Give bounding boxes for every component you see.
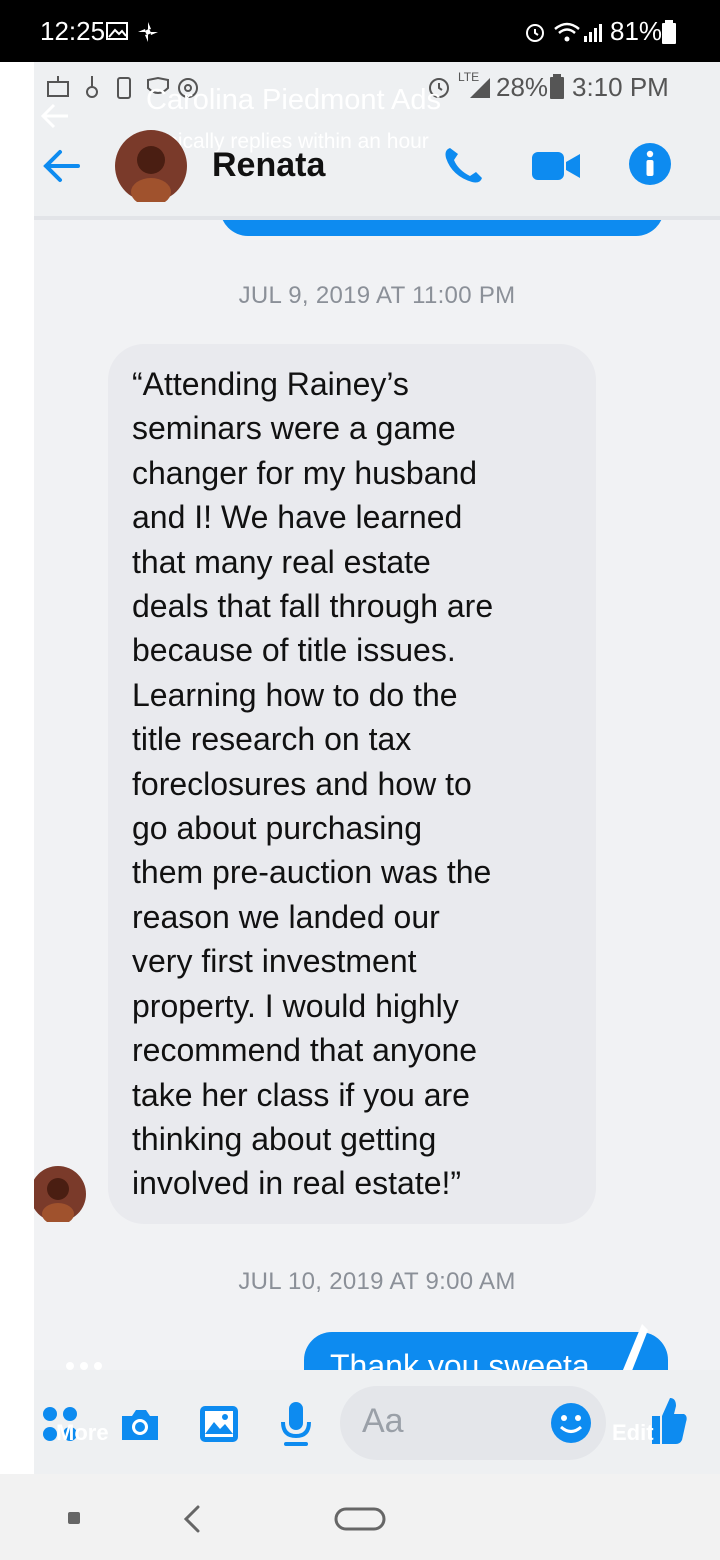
avatar[interactable] (115, 130, 187, 202)
status-time: 12:25 (40, 16, 106, 46)
signal-icon (584, 24, 602, 42)
back-arrow-icon (40, 103, 68, 129)
battery-percent: 81% (610, 16, 663, 46)
phone-icon[interactable] (440, 144, 484, 188)
battery-icon (662, 20, 676, 44)
info-icon[interactable] (628, 142, 672, 186)
image-icon[interactable] (198, 1404, 240, 1444)
input-placeholder: Aa (362, 1402, 404, 1440)
received-message-bubble[interactable]: “Attending Rainey’s seminars were a game… (108, 344, 596, 1224)
navigation-bar (0, 1474, 720, 1560)
conversation-header: LTE 28% 3:10 PM Carolina Piedmont Ads Ty… (34, 62, 720, 220)
date-separator: JUL 10, 2019 AT 9:00 AM (238, 1268, 516, 1295)
alarm-icon (526, 24, 544, 42)
message-list[interactable]: JUL 9, 2019 AT 11:00 PM “Attending Raine… (34, 220, 720, 1370)
microphone-icon[interactable] (280, 1400, 312, 1448)
edit-label[interactable]: Edit (612, 1420, 654, 1446)
camera-icon[interactable] (118, 1406, 162, 1444)
nav-back-icon[interactable] (180, 1504, 204, 1534)
recents-icon[interactable] (66, 1510, 82, 1526)
composer-bar: More Aa Edit (34, 1370, 720, 1474)
wifi-icon (554, 22, 580, 42)
more-label: More (56, 1420, 109, 1445)
contact-name[interactable]: Renata (212, 146, 325, 185)
thumbs-up-icon[interactable] (648, 1394, 688, 1448)
sent-message-text: Thank you sweeta (330, 1348, 590, 1370)
gallery-icon (106, 22, 128, 40)
home-icon[interactable] (334, 1506, 386, 1532)
sent-message-bubble[interactable] (220, 220, 664, 236)
page-title-overlay: Carolina Piedmont Ads (146, 84, 441, 116)
dots-icon[interactable] (64, 1358, 108, 1370)
pinwheel-icon (138, 22, 158, 42)
back-arrow-icon[interactable] (40, 146, 82, 186)
avatar[interactable] (34, 1166, 86, 1222)
inner-battery-percent: 28% (496, 72, 549, 102)
inner-time: 3:10 PM (572, 72, 669, 102)
emoji-icon[interactable] (550, 1402, 592, 1444)
status-bar: 12:25 81% (0, 0, 720, 62)
pencil-icon[interactable] (612, 1320, 652, 1370)
signal-icon (470, 78, 490, 98)
date-separator: JUL 9, 2019 AT 11:00 PM (238, 282, 516, 309)
video-icon[interactable] (532, 148, 582, 184)
message-text: “Attending Rainey’s seminars were a game… (132, 366, 494, 1202)
battery-icon (550, 74, 564, 99)
